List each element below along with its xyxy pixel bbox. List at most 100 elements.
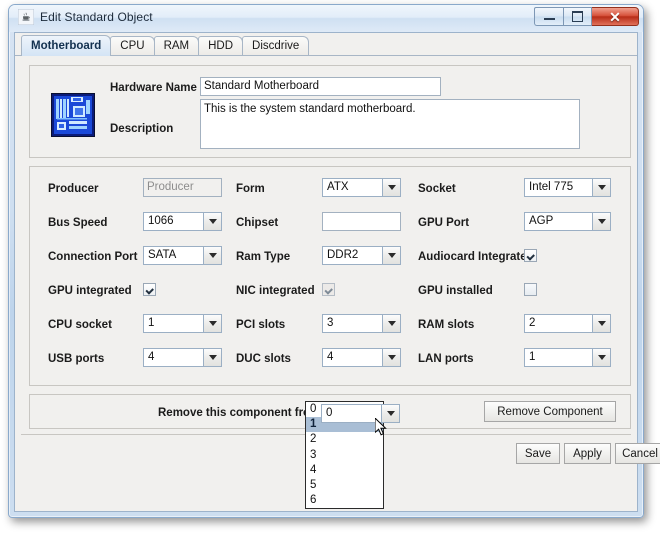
apply-button-label: Apply bbox=[573, 447, 602, 460]
connection-port-label: Connection Port bbox=[48, 251, 138, 263]
chevron-down-icon[interactable] bbox=[382, 349, 400, 366]
cancel-button-label: Cancel bbox=[622, 447, 658, 460]
socket-combo[interactable]: Intel 775 bbox=[524, 178, 611, 197]
tabs-row: Motherboard CPU RAM HDD Discdrive bbox=[21, 35, 310, 56]
cpu-socket-label: CPU socket bbox=[48, 319, 112, 331]
hardware-name-input[interactable]: Standard Motherboard bbox=[200, 77, 441, 96]
socket-combo-value: Intel 775 bbox=[529, 181, 574, 193]
gpu-integrated-label: GPU integrated bbox=[48, 285, 132, 297]
usb-ports-combo[interactable]: 4 bbox=[143, 348, 222, 367]
duc-slots-label: DUC slots bbox=[236, 353, 291, 365]
title-bar-left: Edit Standard Object bbox=[17, 8, 153, 26]
chipset-label: Chipset bbox=[236, 217, 279, 229]
chevron-down-icon[interactable] bbox=[381, 405, 399, 422]
pci-slots-label: PCI slots bbox=[236, 319, 286, 331]
chevron-down-icon[interactable] bbox=[592, 179, 610, 196]
connection-port-combo-value: SATA bbox=[148, 249, 177, 261]
ram-slots-combo-value: 2 bbox=[529, 317, 536, 329]
window-controls: ✕ bbox=[534, 7, 639, 26]
apply-button[interactable]: Apply bbox=[564, 443, 611, 464]
hardware-name-label: Hardware Name bbox=[110, 82, 197, 94]
dropdown-option[interactable]: 2 bbox=[306, 432, 383, 447]
duc-slots-combo[interactable]: 4 bbox=[322, 348, 401, 367]
gpu-port-combo-value: AGP bbox=[529, 215, 554, 227]
tab-label: RAM bbox=[163, 40, 190, 52]
remove-component-button-label: Remove Component bbox=[497, 405, 603, 418]
tab-label: HDD bbox=[208, 40, 234, 52]
lan-ports-combo[interactable]: 1 bbox=[524, 348, 611, 367]
ram-type-label: Ram Type bbox=[236, 251, 291, 263]
cpu-socket-combo[interactable]: 1 bbox=[143, 314, 222, 333]
dropdown-option[interactable]: 4 bbox=[306, 463, 383, 478]
maximize-button[interactable] bbox=[563, 7, 592, 26]
socket-label: Socket bbox=[418, 183, 456, 195]
bus-speed-label: Bus Speed bbox=[48, 217, 108, 229]
chipset-input[interactable] bbox=[322, 212, 401, 231]
title-bar[interactable]: Edit Standard Object ✕ bbox=[9, 5, 643, 32]
duc-slots-combo-value: 4 bbox=[327, 351, 334, 363]
remove-component-button[interactable]: Remove Component bbox=[484, 401, 616, 422]
lan-ports-label: LAN ports bbox=[418, 353, 474, 365]
chevron-down-icon[interactable] bbox=[203, 213, 221, 230]
gpu-installed-label: GPU installed bbox=[418, 285, 493, 297]
tab-cpu[interactable]: CPU bbox=[110, 36, 155, 56]
tab-strip: Motherboard CPU RAM HDD Discdrive bbox=[15, 33, 637, 56]
usb-ports-label: USB ports bbox=[48, 353, 105, 365]
screenshot-root: Edit Standard Object ✕ Motherboard CPU R… bbox=[0, 0, 660, 533]
gpu-port-label: GPU Port bbox=[418, 217, 470, 229]
tab-ram[interactable]: RAM bbox=[153, 36, 200, 56]
ram-type-combo-value: DDR2 bbox=[327, 249, 359, 261]
dropdown-option[interactable]: 3 bbox=[306, 448, 383, 463]
producer-input[interactable]: Producer bbox=[143, 178, 222, 197]
usb-ports-combo-value: 4 bbox=[148, 351, 155, 363]
tab-discdrive[interactable]: Discdrive bbox=[242, 36, 310, 56]
ram-type-combo[interactable]: DDR2 bbox=[322, 246, 401, 265]
chevron-down-icon[interactable] bbox=[203, 349, 221, 366]
gpu-installed-checkbox[interactable] bbox=[524, 283, 537, 296]
producer-label: Producer bbox=[48, 183, 99, 195]
dropdown-option[interactable]: 6 bbox=[306, 493, 383, 508]
ram-slots-label: RAM slots bbox=[418, 319, 475, 331]
save-button-label: Save bbox=[524, 447, 552, 460]
nic-integrated-checkbox bbox=[322, 283, 335, 296]
chevron-down-icon[interactable] bbox=[592, 315, 610, 332]
description-textarea[interactable]: This is the system standard motherboard. bbox=[200, 99, 580, 149]
motherboard-thumbnail-icon bbox=[51, 93, 95, 137]
pci-slots-combo-value: 3 bbox=[327, 317, 334, 329]
motherboard-fields-group: Producer Producer Form ATX Socket Intel … bbox=[29, 166, 631, 386]
chevron-down-icon[interactable] bbox=[592, 349, 610, 366]
form-label: Form bbox=[236, 183, 265, 195]
connection-port-combo[interactable]: SATA bbox=[143, 246, 222, 265]
cancel-button[interactable]: Cancel bbox=[615, 443, 660, 464]
chevron-down-icon[interactable] bbox=[592, 213, 610, 230]
save-button[interactable]: Save bbox=[516, 443, 560, 464]
tab-motherboard[interactable]: Motherboard bbox=[21, 35, 112, 56]
close-button[interactable]: ✕ bbox=[592, 7, 639, 26]
description-label: Description bbox=[110, 123, 174, 135]
chevron-down-icon[interactable] bbox=[382, 247, 400, 264]
chevron-down-icon[interactable] bbox=[382, 315, 400, 332]
fiber-ports-combo[interactable]: 0 bbox=[321, 404, 400, 423]
chevron-down-icon[interactable] bbox=[203, 247, 221, 264]
audiocard-integrated-label: Audiocard Integrated bbox=[418, 251, 534, 263]
tab-hdd[interactable]: HDD bbox=[198, 36, 244, 56]
window-title: Edit Standard Object bbox=[40, 10, 153, 24]
chevron-down-icon[interactable] bbox=[203, 315, 221, 332]
maximize-icon bbox=[572, 11, 583, 22]
minimize-button[interactable] bbox=[534, 7, 563, 26]
nic-integrated-label: NIC integrated bbox=[236, 285, 315, 297]
dropdown-option[interactable]: 5 bbox=[306, 478, 383, 493]
ram-slots-combo[interactable]: 2 bbox=[524, 314, 611, 333]
gpu-integrated-checkbox[interactable] bbox=[143, 283, 156, 296]
close-icon: ✕ bbox=[609, 8, 621, 25]
form-combo-value: ATX bbox=[327, 181, 349, 193]
java-coffee-cup-icon bbox=[17, 8, 35, 26]
gpu-port-combo[interactable]: AGP bbox=[524, 212, 611, 231]
pci-slots-combo[interactable]: 3 bbox=[322, 314, 401, 333]
bus-speed-combo[interactable]: 1066 bbox=[143, 212, 222, 231]
chevron-down-icon[interactable] bbox=[382, 179, 400, 196]
minimize-icon bbox=[543, 18, 555, 20]
audiocard-integrated-checkbox[interactable] bbox=[524, 249, 537, 262]
form-combo[interactable]: ATX bbox=[322, 178, 401, 197]
tab-label: CPU bbox=[120, 40, 145, 52]
